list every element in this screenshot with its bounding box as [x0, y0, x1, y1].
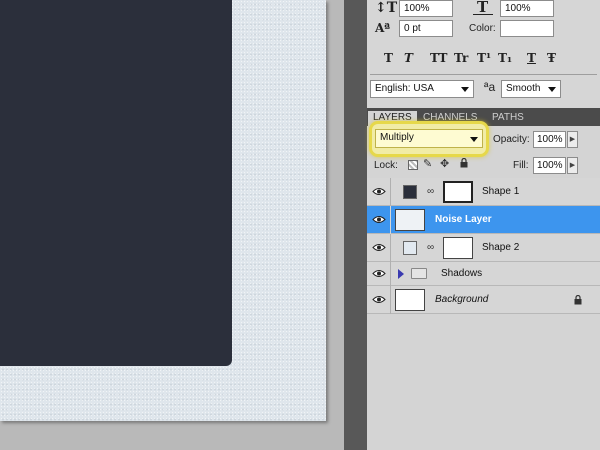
underline-button[interactable]: T	[527, 51, 536, 65]
expand-triangle-icon[interactable]	[398, 269, 404, 279]
fill-stepper[interactable]: ▶	[567, 157, 578, 174]
antialias-select[interactable]: Smooth	[501, 80, 561, 98]
layer-row-shape-1[interactable]: ∞ Shape 1	[367, 178, 600, 206]
panel-dock: ↕T 100% T 100% Aª 0 pt Color: T T TT Tr …	[367, 0, 600, 450]
divider	[390, 206, 391, 234]
tab-paths[interactable]: PATHS	[487, 111, 529, 126]
horizontal-scale-arrow	[473, 14, 493, 15]
color-swatch[interactable]	[500, 20, 554, 37]
eye-icon[interactable]	[372, 187, 386, 196]
lock-all-icon[interactable]	[460, 157, 468, 168]
vector-swatch	[403, 241, 417, 255]
noise-background	[0, 0, 326, 421]
superscript-button[interactable]: T¹	[477, 51, 491, 65]
all-caps-button[interactable]: TT	[430, 51, 447, 65]
eye-icon[interactable]	[372, 215, 386, 224]
fill-label: Fill:	[513, 160, 529, 171]
dark-shape	[0, 0, 232, 366]
faux-italic-button[interactable]: T	[404, 51, 413, 65]
layer-name: Shadows	[441, 268, 483, 279]
lock-label: Lock:	[374, 160, 398, 171]
vector-mask-thumbnail[interactable]	[443, 181, 473, 203]
layer-name: Background	[435, 294, 489, 305]
lock-transparent-icon[interactable]	[408, 160, 418, 170]
language-select[interactable]: English: USA	[370, 80, 474, 98]
layer-name: Shape 2	[482, 242, 520, 253]
link-icon[interactable]: ∞	[427, 186, 434, 197]
blend-mode-select[interactable]: Multiply	[375, 129, 483, 148]
blend-mode-highlight: Multiply	[369, 121, 489, 157]
vector-swatch	[403, 185, 417, 199]
link-icon[interactable]: ∞	[427, 242, 434, 253]
panel-divider	[344, 0, 367, 450]
blend-mode-value: Multiply	[380, 132, 414, 143]
chevron-down-icon	[470, 137, 478, 142]
color-label: Color:	[469, 23, 496, 34]
layer-row-noise-layer[interactable]: Noise Layer	[367, 206, 600, 234]
layer-row-background[interactable]: Background	[367, 286, 600, 314]
document-canvas[interactable]	[0, 0, 344, 450]
divider	[390, 234, 391, 262]
opacity-field[interactable]: 100%	[533, 131, 566, 148]
divider	[390, 262, 391, 286]
lock-icon	[574, 294, 582, 305]
lock-position-icon[interactable]: ✥	[440, 157, 449, 170]
eye-icon[interactable]	[372, 269, 386, 278]
layer-row-shape-2[interactable]: ∞ Shape 2	[367, 234, 600, 262]
folder-icon	[411, 268, 427, 279]
divider	[390, 178, 391, 206]
vertical-scale-field[interactable]: 100%	[399, 0, 453, 17]
layer-thumbnail[interactable]	[395, 289, 425, 311]
divider	[390, 286, 391, 314]
baseline-shift-icon: Aª	[375, 21, 391, 35]
opacity-stepper[interactable]: ▶	[567, 131, 578, 148]
chevron-down-icon	[461, 87, 469, 92]
small-caps-button[interactable]: Tr	[454, 51, 468, 65]
antialias-value: Smooth	[506, 83, 541, 94]
opacity-label: Opacity:	[493, 134, 530, 145]
subscript-button[interactable]: T₁	[498, 51, 512, 65]
vertical-scale-icon: ↕T	[375, 0, 398, 16]
baseline-shift-field[interactable]: 0 pt	[399, 20, 453, 37]
eye-icon[interactable]	[372, 295, 386, 304]
layers-panel: LAYERS CHANNELS PATHS Multiply Opacity: …	[367, 108, 600, 450]
antialias-icon: ªa	[484, 80, 496, 94]
layer-name: Shape 1	[482, 186, 520, 197]
separator	[370, 74, 597, 75]
faux-bold-button[interactable]: T	[384, 51, 393, 65]
lock-image-icon[interactable]: ✎	[423, 157, 432, 170]
layer-row-shadows[interactable]: Shadows	[367, 262, 600, 286]
vector-mask-thumbnail[interactable]	[443, 237, 473, 259]
fill-field[interactable]: 100%	[533, 157, 566, 174]
chevron-down-icon	[548, 87, 556, 92]
layer-thumbnail[interactable]	[395, 209, 425, 231]
language-value: English: USA	[375, 83, 434, 94]
layer-name: Noise Layer	[435, 214, 492, 225]
horizontal-scale-field[interactable]: 100%	[500, 0, 554, 17]
strikethrough-button[interactable]: Ŧ	[547, 51, 556, 65]
eye-icon[interactable]	[372, 243, 386, 252]
